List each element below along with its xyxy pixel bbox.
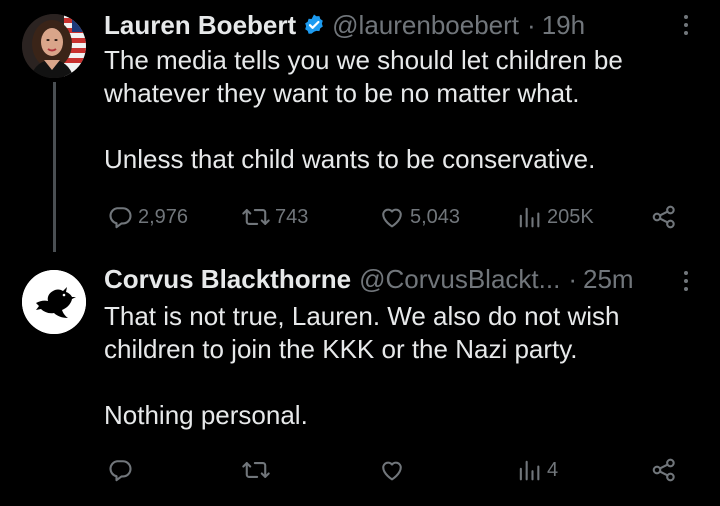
thread-connector-line <box>53 82 56 252</box>
tweet-lauren-boebert[interactable]: Lauren Boebert @laurenboebert · 19h The … <box>0 0 720 252</box>
verified-badge-icon[interactable] <box>302 13 326 37</box>
avatar-lauren-boebert[interactable] <box>22 14 86 78</box>
profile-photo <box>22 14 86 78</box>
retweet-button[interactable] <box>241 453 275 487</box>
analytics-bars-icon <box>519 460 540 481</box>
reply-button[interactable] <box>106 453 138 487</box>
tweet-action-bar: 4 <box>100 453 690 487</box>
views-count: 4 <box>547 458 559 481</box>
tweet-timestamp[interactable]: 19h <box>542 10 585 41</box>
header-separator: · <box>527 9 536 40</box>
share-icon <box>652 458 675 482</box>
tweet-text-paragraph: Unless that child wants to be conservati… <box>104 144 596 174</box>
heart-icon <box>382 208 402 228</box>
tweet-text: That is not true, Lauren. We also do not… <box>104 300 694 432</box>
author-display-name[interactable]: Lauren Boebert <box>104 10 296 41</box>
retweet-count: 743 <box>275 205 309 228</box>
like-button[interactable] <box>378 453 410 487</box>
tweet-timestamp[interactable]: 25m <box>583 264 634 295</box>
reply-icon <box>109 207 132 229</box>
views-count: 205K <box>547 205 594 228</box>
analytics-bars-icon <box>519 207 540 228</box>
views-button[interactable]: 205K <box>515 200 594 234</box>
crow-icon <box>22 270 86 334</box>
share-button[interactable] <box>650 200 678 234</box>
heart-icon <box>382 461 402 481</box>
retweet-button[interactable]: 743 <box>241 200 308 234</box>
reply-icon <box>109 460 132 482</box>
retweet-icon <box>242 462 270 478</box>
tweet-text-paragraph: The media tells you we should let childr… <box>104 45 623 108</box>
reply-count: 2,976 <box>138 205 189 228</box>
more-options-icon[interactable] <box>676 266 696 296</box>
tweet-text-paragraph: That is not true, Lauren. We also do not… <box>104 301 620 364</box>
tweet-header: Corvus Blackthorne @CorvusBlackt... · 25… <box>104 262 634 296</box>
tweet-text: The media tells you we should let childr… <box>104 44 694 176</box>
avatar-corvus-blackthorne[interactable] <box>22 270 86 334</box>
author-handle[interactable]: @CorvusBlackt... <box>359 264 560 295</box>
views-button[interactable]: 4 <box>515 453 558 487</box>
like-button[interactable]: 5,043 <box>378 200 460 234</box>
retweet-icon <box>242 209 270 225</box>
share-icon <box>652 205 675 229</box>
tweet-text-paragraph: Nothing personal. <box>104 400 308 430</box>
tweet-action-bar: 2,976 743 5,043 205K <box>100 200 690 234</box>
header-separator: · <box>568 263 577 294</box>
author-handle[interactable]: @laurenboebert <box>332 10 519 41</box>
more-options-icon[interactable] <box>676 10 696 40</box>
share-button[interactable] <box>650 453 678 487</box>
tweet-header: Lauren Boebert @laurenboebert · 19h <box>104 8 585 42</box>
author-display-name[interactable]: Corvus Blackthorne <box>104 264 351 295</box>
reply-button[interactable]: 2,976 <box>106 200 188 234</box>
like-count: 5,043 <box>410 205 461 228</box>
tweet-corvus-blackthorne[interactable]: Corvus Blackthorne @CorvusBlackt... · 25… <box>0 250 720 506</box>
